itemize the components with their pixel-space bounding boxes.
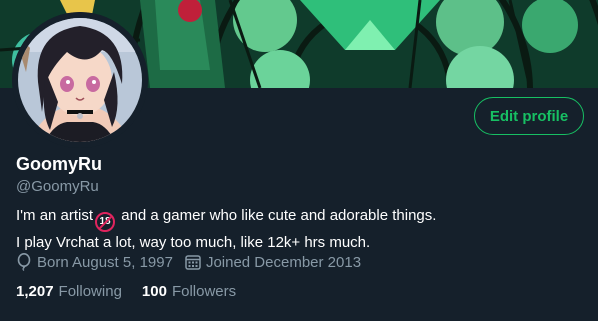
followers-label: Followers (171, 283, 237, 300)
user-handle: @GoomyRu (16, 178, 99, 195)
bio-text-end: and a gamer who like cute and adorable t… (117, 207, 437, 224)
calendar-icon (185, 255, 201, 270)
avatar-image (12, 12, 148, 148)
birth-date-text: Born August 5, 1997 (37, 253, 173, 271)
edit-profile-button[interactable]: Edit profile (474, 97, 584, 135)
following-link[interactable]: 1,207 Following (16, 283, 122, 300)
18-plus-badge-icon: 18 (95, 211, 116, 232)
bio-text-start: I'm an artist (16, 207, 94, 224)
join-date-text: Joined December 2013 (205, 253, 362, 271)
profile-meta: Born August 5, 1997 Joined December 2013 (16, 253, 373, 271)
followers-count: 100 (141, 283, 167, 300)
join-date: Joined December 2013 (185, 254, 361, 271)
birth-date: Born August 5, 1997 (16, 253, 173, 271)
bio-line-2: I play Vrchat a lot, way too much, like … (16, 233, 371, 251)
following-count: 1,207 (16, 283, 54, 300)
followers-link[interactable]: 100 Followers (142, 283, 236, 300)
balloon-icon (17, 253, 31, 271)
profile-bio: I'm an artist 18 and a gamer who like cut… (16, 205, 576, 253)
profile-avatar[interactable] (12, 12, 148, 148)
follow-stats: 1,207 Following 100 Followers (16, 283, 256, 300)
display-name: GoomyRu (16, 154, 103, 174)
following-label: Following (58, 283, 122, 300)
bio-line-1: I'm an artist 18 and a gamer who like cut… (16, 205, 576, 232)
